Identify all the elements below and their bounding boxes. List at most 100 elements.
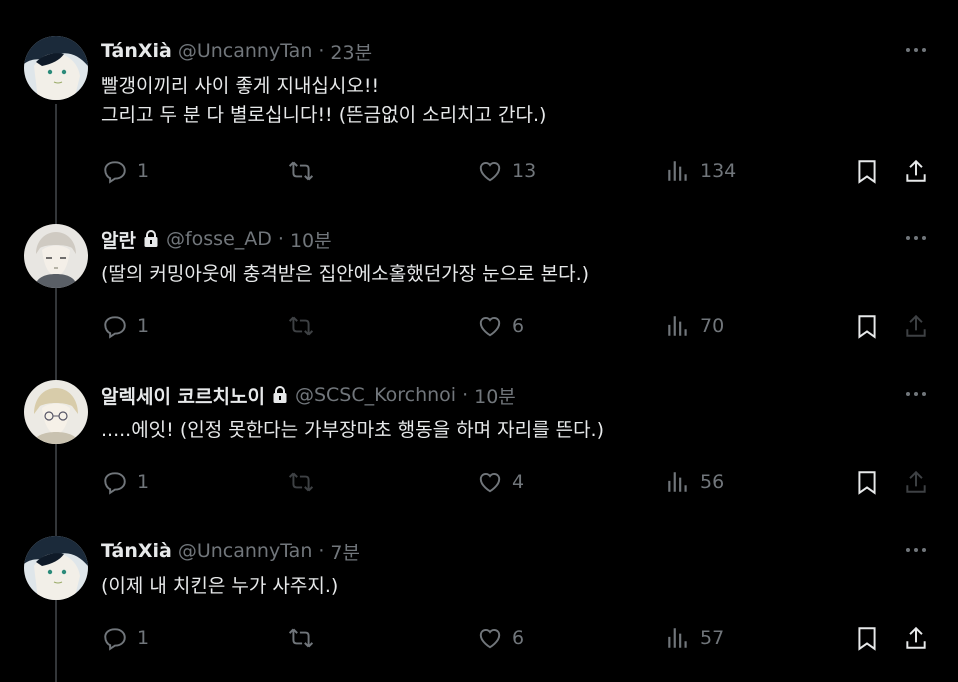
- view-count: 70: [700, 315, 725, 337]
- display-name[interactable]: TánXià: [101, 540, 172, 562]
- display-name[interactable]: TánXià: [101, 40, 172, 62]
- like-count: 6: [512, 315, 525, 337]
- retweet-icon: [288, 628, 314, 648]
- reply-button[interactable]: 1: [102, 465, 149, 499]
- view-count: 56: [700, 471, 725, 493]
- timestamp[interactable]: 23분: [330, 38, 372, 65]
- share-icon: [906, 470, 926, 493]
- action-bar: 1 6 70: [100, 309, 930, 343]
- views-button[interactable]: 57: [665, 621, 724, 655]
- like-button[interactable]: 6: [477, 621, 524, 655]
- reply-icon: [104, 472, 126, 495]
- bookmark-icon: [858, 471, 876, 495]
- action-bar: 1 6 57: [100, 621, 930, 655]
- retweet-button[interactable]: [288, 154, 323, 188]
- more-horizontal-icon[interactable]: [904, 540, 928, 560]
- analytics-icon: [668, 472, 687, 492]
- tweet-header: 알란 @fosse_AD · 10분: [101, 226, 332, 252]
- heart-icon: [479, 473, 501, 493]
- bookmark-button[interactable]: [854, 621, 880, 655]
- more-horizontal-icon[interactable]: [904, 384, 928, 404]
- avatar[interactable]: [24, 536, 88, 600]
- share-button[interactable]: [903, 154, 929, 188]
- user-handle[interactable]: @SCSC_Korchnoi: [295, 384, 456, 406]
- like-button[interactable]: 13: [477, 154, 536, 188]
- timestamp[interactable]: 10분: [290, 226, 332, 253]
- bookmark-icon: [858, 160, 876, 184]
- bookmark-button[interactable]: [854, 154, 880, 188]
- tweet-header: TánXià @UncannyTan · 23분: [101, 38, 372, 64]
- reply-count: 1: [137, 471, 150, 493]
- avatar[interactable]: [24, 224, 88, 288]
- bookmark-icon: [858, 315, 876, 339]
- user-handle[interactable]: @fosse_AD: [166, 228, 272, 250]
- separator-dot: ·: [277, 228, 284, 250]
- avatar[interactable]: [24, 380, 88, 444]
- user-handle[interactable]: @UncannyTan: [178, 40, 313, 62]
- share-icon: [906, 314, 926, 337]
- action-bar: 1 13 134: [100, 154, 930, 188]
- view-count: 134: [700, 160, 737, 182]
- more-horizontal-icon[interactable]: [904, 40, 928, 60]
- user-handle[interactable]: @UncannyTan: [178, 540, 313, 562]
- tweet-header: TánXià @UncannyTan · 7분: [101, 538, 360, 564]
- share-button[interactable]: [903, 621, 929, 655]
- retweet-button[interactable]: [288, 621, 323, 655]
- display-name[interactable]: 알란: [101, 226, 136, 253]
- like-button[interactable]: 6: [477, 309, 524, 343]
- separator-dot: ·: [318, 40, 325, 62]
- display-name[interactable]: 알렉세이 코르치노이: [101, 382, 265, 409]
- more-horizontal-icon[interactable]: [904, 228, 928, 248]
- reply-icon: [104, 316, 126, 339]
- share-button[interactable]: [903, 465, 929, 499]
- bookmark-icon: [858, 627, 876, 651]
- like-count: 13: [512, 160, 537, 182]
- action-bar: 1 4 56: [100, 465, 930, 499]
- views-button[interactable]: 56: [665, 465, 724, 499]
- tweet[interactable]: 알렉세이 코르치노이 @SCSC_Korchnoi · 10분 .....에잇!…: [0, 380, 958, 520]
- reply-button[interactable]: 1: [102, 154, 149, 188]
- view-count: 57: [700, 627, 725, 649]
- tweet[interactable]: TánXià @UncannyTan · 23분 빨갱이끼리 사이 좋게 지내십…: [0, 36, 958, 196]
- reply-count: 1: [137, 627, 150, 649]
- views-button[interactable]: 134: [665, 154, 736, 188]
- tweet-header: 알렉세이 코르치노이 @SCSC_Korchnoi · 10분: [101, 382, 516, 408]
- share-icon: [906, 626, 926, 649]
- lock-icon: [273, 386, 287, 403]
- reply-icon: [104, 628, 126, 651]
- separator-dot: ·: [318, 540, 325, 562]
- heart-icon: [479, 162, 501, 182]
- share-button[interactable]: [903, 309, 929, 343]
- bookmark-button[interactable]: [854, 465, 880, 499]
- share-icon: [906, 159, 926, 182]
- analytics-icon: [668, 628, 687, 648]
- reply-icon: [104, 161, 126, 184]
- retweet-icon: [288, 161, 314, 181]
- analytics-icon: [668, 316, 687, 336]
- timestamp[interactable]: 7분: [330, 538, 360, 565]
- bookmark-button[interactable]: [854, 309, 880, 343]
- reply-count: 1: [137, 315, 150, 337]
- tweet-text: (딸의 커밍아웃에 충격받은 집안에소홀했던가장 눈으로 본다.): [101, 263, 590, 285]
- timestamp[interactable]: 10분: [474, 382, 516, 409]
- like-button[interactable]: 4: [477, 465, 524, 499]
- heart-icon: [479, 317, 501, 337]
- tweet-text: .....에잇! (인정 못한다는 가부장마초 행동을 하며 자리를 뜬다.): [101, 419, 604, 441]
- like-count: 6: [512, 627, 525, 649]
- views-button[interactable]: 70: [665, 309, 724, 343]
- tweet[interactable]: TánXià @UncannyTan · 7분 (이제 내 치킨은 누가 사주지…: [0, 536, 958, 682]
- analytics-icon: [668, 161, 687, 181]
- retweet-button[interactable]: [288, 309, 323, 343]
- avatar[interactable]: [24, 36, 88, 100]
- reply-count: 1: [137, 160, 150, 182]
- retweet-button[interactable]: [288, 465, 323, 499]
- reply-button[interactable]: 1: [102, 309, 149, 343]
- separator-dot: ·: [462, 384, 469, 406]
- reply-button[interactable]: 1: [102, 621, 149, 655]
- tweet[interactable]: 알란 @fosse_AD · 10분 (딸의 커밍아웃에 충격받은 집안에소홀했…: [0, 224, 958, 364]
- like-count: 4: [512, 471, 525, 493]
- tweet-text: (이제 내 치킨은 누가 사주지.): [101, 575, 339, 597]
- lock-icon: [144, 230, 158, 247]
- retweet-icon: [288, 316, 314, 336]
- heart-icon: [479, 629, 501, 649]
